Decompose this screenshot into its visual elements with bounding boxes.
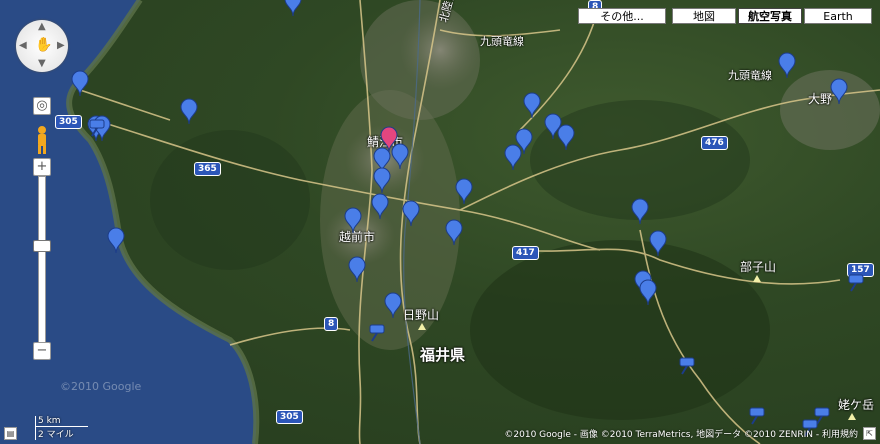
map-marker-icon[interactable]	[830, 78, 848, 105]
scale-mile: 2 マイル	[35, 427, 88, 440]
zoom-in-button[interactable]: +	[33, 158, 51, 176]
pegman-icon[interactable]	[35, 125, 49, 155]
scale-km: 5 km	[35, 416, 88, 427]
pushpin-icon[interactable]	[749, 407, 765, 425]
zoom-out-button[interactable]: −	[33, 342, 51, 360]
pan-down-icon[interactable]: ▼	[38, 58, 46, 69]
pan-left-icon[interactable]: ◀	[19, 40, 27, 51]
pan-up-icon[interactable]: ▲	[38, 21, 46, 32]
map-marker-icon[interactable]	[631, 198, 649, 225]
pushpin-icon[interactable]	[848, 274, 864, 292]
map-marker-icon[interactable]	[384, 292, 402, 319]
map-marker-icon[interactable]	[445, 219, 463, 246]
pushpin-icon[interactable]	[679, 357, 695, 375]
map-marker-icon[interactable]	[391, 143, 409, 170]
map-marker-icon[interactable]	[649, 230, 667, 257]
map-marker-icon[interactable]	[778, 52, 796, 79]
map-type-satellite-button[interactable]: 航空写真	[738, 8, 802, 24]
map-marker-icon[interactable]	[71, 70, 89, 97]
pan-right-icon[interactable]: ▶	[57, 40, 65, 51]
pan-control-icon[interactable]: ▲ ▼ ◀ ▶ ✋	[16, 20, 68, 72]
map-marker-icon[interactable]	[639, 279, 657, 306]
map-type-map-button[interactable]: 地図	[672, 8, 736, 24]
map-marker-icon[interactable]	[371, 193, 389, 220]
copyright-text[interactable]: ©2010 Google - 画像 ©2010 TerraMetrics, 地図…	[504, 427, 858, 440]
scale-bar: 5 km 2 マイル	[35, 416, 88, 440]
zoom-slider-track[interactable]	[38, 176, 46, 350]
overview-corner-icon[interactable]: ⇱	[863, 427, 876, 440]
map-marker-icon[interactable]	[107, 227, 125, 254]
map-marker-icon[interactable]	[348, 256, 366, 283]
map-marker-icon[interactable]	[373, 167, 391, 194]
map-marker-icon[interactable]	[402, 200, 420, 227]
pushpin-icon[interactable]	[369, 324, 385, 342]
map-type-more-button[interactable]: その他...	[578, 8, 666, 24]
zoom-slider-handle[interactable]	[33, 240, 51, 252]
map-marker-icon[interactable]	[523, 92, 541, 119]
map-marker-icon[interactable]	[180, 98, 198, 125]
overview-toggle-icon[interactable]: ◎	[33, 97, 51, 115]
map-marker-icon[interactable]	[284, 0, 302, 17]
marker-layer	[71, 0, 864, 437]
map-type-earth-button[interactable]: Earth	[804, 8, 872, 24]
map-marker-icon[interactable]	[344, 207, 362, 234]
map-canvas[interactable]: 305 365 476 417 8 157 305 8 鯖江市 越前市 福井県 …	[0, 0, 880, 444]
map-marker-icon[interactable]	[504, 144, 522, 171]
map-data-icon[interactable]: ▤	[4, 427, 17, 440]
google-watermark: ©2010 Google	[60, 380, 142, 393]
map-marker-icon[interactable]	[455, 178, 473, 205]
map-marker-icon[interactable]	[557, 124, 575, 151]
hand-icon: ✋	[35, 37, 53, 53]
